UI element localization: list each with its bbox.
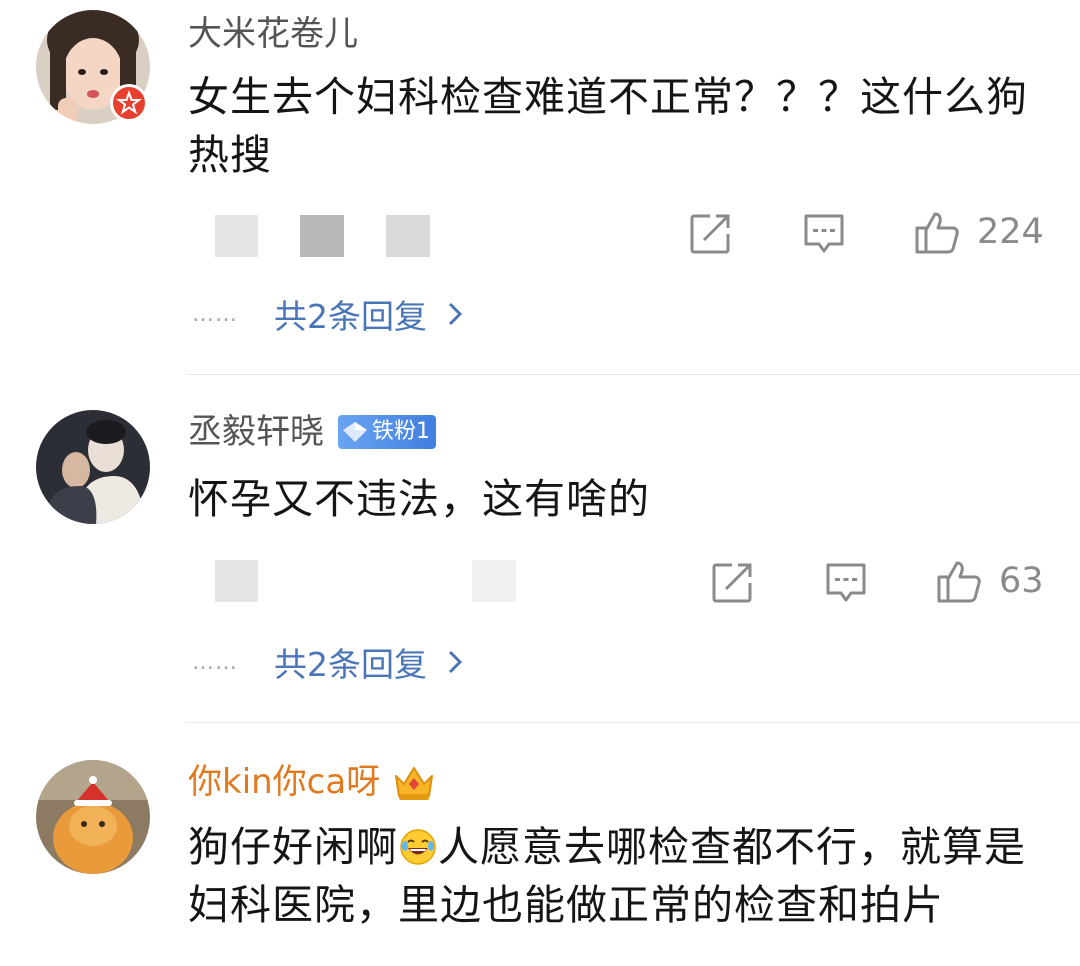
comment-icon (804, 214, 844, 253)
username-text: 丞毅轩晓 (188, 412, 324, 452)
comment-text: 狗仔好闲啊 人愿意去哪检查都不行，就算是妇科医院，里边也能做正常的检查和拍片 (188, 818, 1058, 934)
thumbs-up-icon (937, 561, 981, 603)
comment-button[interactable] (802, 212, 846, 256)
replies-label: 共2条回复 (274, 645, 427, 684)
replies-link[interactable]: …… 共2条回复 (192, 638, 465, 686)
reaction-placeholder (215, 560, 258, 602)
like-count: 63 (999, 561, 1044, 601)
share-icon (690, 214, 730, 254)
username[interactable]: 你kin你ca呀 (188, 760, 436, 804)
diamond-icon (343, 422, 367, 442)
like-count: 224 (977, 212, 1044, 252)
divider (186, 722, 1080, 723)
chevron-right-icon (448, 650, 463, 674)
replies-link[interactable]: …… 共2条回复 (192, 290, 465, 338)
share-button[interactable] (688, 212, 732, 256)
avatar[interactable] (36, 410, 150, 524)
username-text: 大米花卷儿 (188, 14, 358, 54)
crown-icon (395, 767, 434, 800)
comment-text: 女生去个妇科检查难道不正常？？？这什么狗热搜 (188, 73, 1028, 179)
reaction-placeholder (472, 560, 516, 602)
avatar[interactable] (36, 760, 150, 874)
username-text: 你kin你ca呀 (188, 762, 381, 802)
laughing-tears-emoji (400, 829, 436, 865)
reaction-placeholder (215, 215, 258, 257)
reaction-placeholder (386, 215, 430, 257)
comment-button[interactable] (824, 561, 868, 605)
chevron-right-icon (448, 302, 463, 326)
comment-text: 怀孕又不违法，这有啥的 (188, 475, 650, 523)
replies-label: 共2条回复 (274, 297, 427, 336)
comment-text-part: 狗仔好闲啊 (188, 823, 398, 871)
reply-dots: …… (192, 301, 238, 327)
username[interactable]: 丞毅轩晓 铁粉1 (188, 410, 436, 454)
like-button[interactable]: 63 (935, 557, 1044, 605)
divider (186, 374, 1080, 375)
share-button[interactable] (710, 561, 754, 605)
like-button[interactable]: 224 (913, 208, 1044, 256)
username[interactable]: 大米花卷儿 (188, 12, 358, 56)
comment-icon (826, 563, 866, 602)
verified-star-icon (110, 84, 148, 122)
reaction-placeholder (300, 215, 344, 257)
fan-badge: 铁粉1 (338, 415, 436, 449)
reply-dots: …… (192, 649, 238, 675)
fan-badge-label: 铁粉1 (372, 419, 430, 444)
share-icon (712, 563, 752, 603)
thumbs-up-icon (915, 212, 959, 254)
